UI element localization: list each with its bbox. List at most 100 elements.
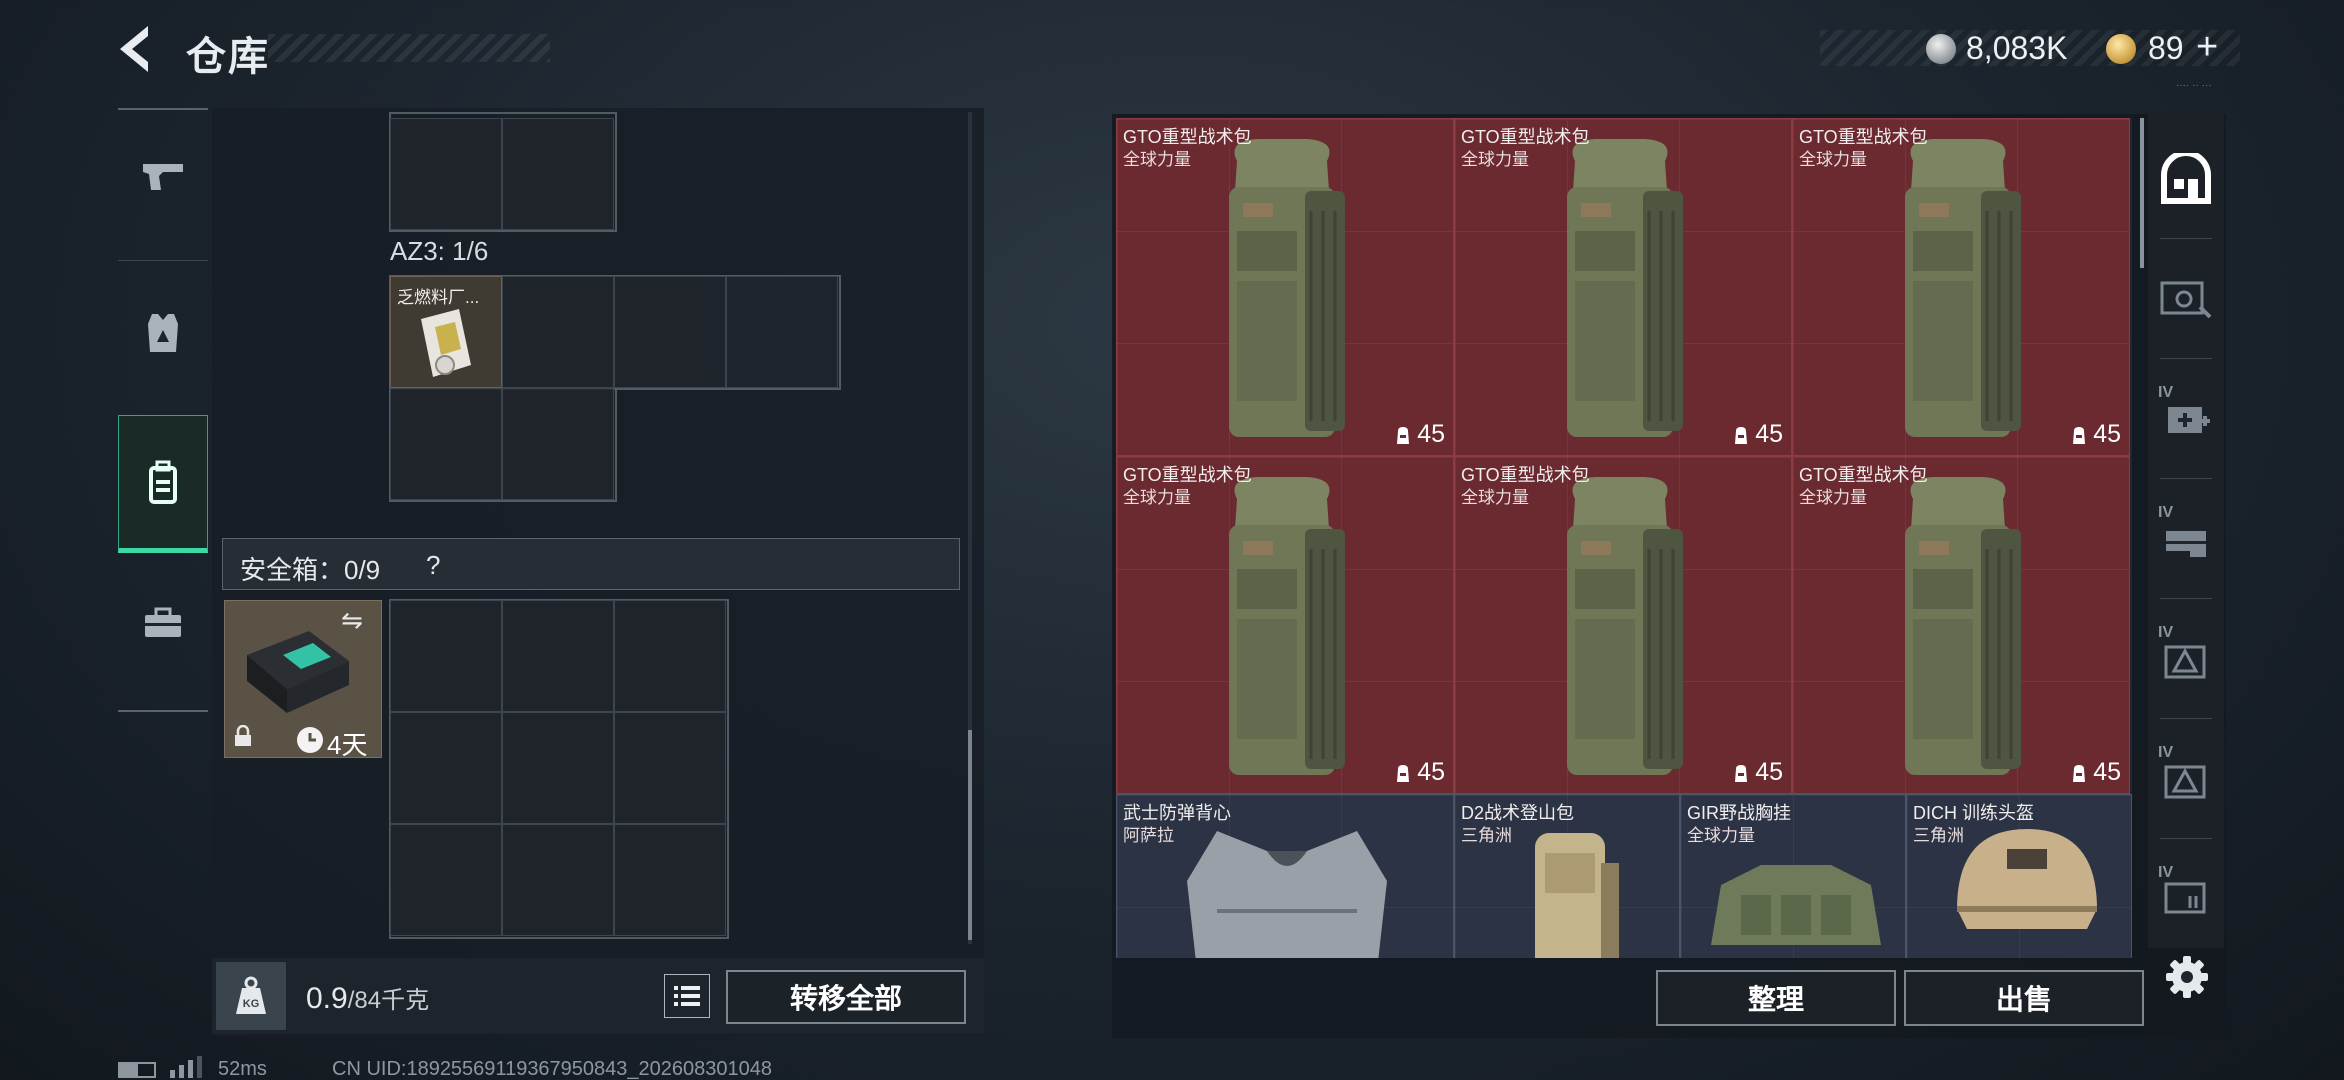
medkit-icon xyxy=(2168,407,2210,433)
grid-cell[interactable] xyxy=(502,388,614,500)
grid-cell[interactable] xyxy=(390,118,502,230)
stash-item-helmet[interactable]: DICH 训练头盔 三角洲 xyxy=(1906,794,2132,958)
backpack-icon xyxy=(1545,469,1695,793)
settings-button[interactable] xyxy=(2164,954,2210,1000)
back-button[interactable] xyxy=(112,22,162,76)
rail-divider xyxy=(2160,718,2212,719)
stash-item-backpack[interactable]: GTO重型战术包 全球力量 45 xyxy=(1792,456,2130,794)
backpack-icon xyxy=(1883,469,2033,793)
item-durability: 45 xyxy=(1395,420,1445,449)
grid-cell[interactable] xyxy=(502,118,614,230)
item-source: 全球力量 xyxy=(1461,488,1529,507)
list-view-button[interactable] xyxy=(664,974,710,1018)
stash-item-vest[interactable]: 武士防弹背心 阿萨拉 xyxy=(1116,794,1454,958)
lock-icon xyxy=(235,725,251,746)
rail-divider xyxy=(2160,478,2212,479)
armor-vest-icon xyxy=(148,314,178,352)
item-durability: 45 xyxy=(1395,758,1445,787)
page-title: 仓库 xyxy=(186,35,270,79)
rail-item-tier-a[interactable]: IV xyxy=(2148,600,2224,718)
rail-item-tier-b[interactable]: IV xyxy=(2148,720,2224,838)
carry-weight: 0.9/84千克 xyxy=(306,980,429,1016)
grid-cell[interactable] xyxy=(390,600,502,712)
grid-cell[interactable] xyxy=(726,276,838,388)
stash-item-chest-rig[interactable]: GIR野战胸挂 全球力量 xyxy=(1680,794,1906,958)
rail-item-stash-home[interactable] xyxy=(2148,120,2224,238)
battery-icon xyxy=(118,1062,156,1078)
inventory-scrollbar-thumb[interactable] xyxy=(968,730,972,940)
safe-case-item[interactable]: ⇋ 4天 xyxy=(224,600,382,760)
backpack-icon xyxy=(1883,131,2033,455)
warning-crate-icon xyxy=(2164,645,2206,679)
warning-crate-icon xyxy=(2164,765,2206,799)
list-icon xyxy=(674,986,700,1006)
grid-cell[interactable] xyxy=(614,276,726,388)
item-source: 全球力量 xyxy=(1461,150,1529,169)
tier-label: IV xyxy=(2158,864,2174,881)
stash-item-backpack[interactable]: GTO重型战术包 全球力量 45 xyxy=(1454,456,1792,794)
item-source: 全球力量 xyxy=(1799,488,1867,507)
gold-amount: 89 xyxy=(2148,30,2184,66)
durability-value: 45 xyxy=(1755,758,1783,786)
rail-item-weapon[interactable] xyxy=(118,112,208,242)
item-source: 全球力量 xyxy=(1123,488,1191,507)
silver-amount: 8,083K xyxy=(1966,30,2068,66)
stash-item-backpack[interactable]: GTO重型战术包 全球力量 45 xyxy=(1116,118,1454,456)
add-currency-button[interactable]: + xyxy=(2196,26,2218,69)
stash-grid: GTO重型战术包 全球力量 45 GTO重型战术包 全球力量 45 GTO重型战术包 全球力量… xyxy=(1116,118,2132,958)
back-arrow-icon xyxy=(120,26,148,72)
helmet-icon xyxy=(1937,819,2117,954)
rail-item-case[interactable] xyxy=(2148,240,2224,358)
kg-weight-icon: KG xyxy=(236,976,266,1014)
corner-tag: ···· ·· ··· xyxy=(2176,80,2212,91)
gear-icon xyxy=(2166,956,2208,998)
sell-button[interactable]: 出售 xyxy=(1904,970,2144,1026)
tier-label: IV xyxy=(2158,624,2174,641)
rail-item-backpack[interactable] xyxy=(118,415,208,553)
stash-item-backpack[interactable]: GTO重型战术包 全球力量 45 xyxy=(1792,118,2130,456)
grid-cell[interactable] xyxy=(614,824,726,936)
fuel-plant-item[interactable]: 乏燃料厂... xyxy=(390,276,502,388)
case-icon xyxy=(2160,281,2212,319)
durability-value: 45 xyxy=(1417,758,1445,786)
durability-value: 45 xyxy=(2093,420,2121,448)
stash-item-backpack[interactable]: GTO重型战术包 全球力量 45 xyxy=(1454,118,1792,456)
tier-label: IV xyxy=(2158,384,2174,401)
backpack-icon xyxy=(1207,469,1357,793)
safe-case-icon xyxy=(247,631,349,713)
grid-cell[interactable] xyxy=(390,712,502,824)
ammo-box-icon xyxy=(2166,531,2206,557)
rail-item-armor[interactable] xyxy=(118,268,208,398)
grid-cell[interactable] xyxy=(614,712,726,824)
grid-cell[interactable] xyxy=(502,600,614,712)
stash-item-hiking-pack[interactable]: D2战术登山包 三角洲 xyxy=(1454,794,1680,958)
rail-item-tier-c[interactable]: IV xyxy=(2148,840,2224,948)
rail-item-ammo[interactable]: IV xyxy=(2148,480,2224,598)
signal-icon xyxy=(170,1056,202,1078)
sort-button[interactable]: 整理 xyxy=(1656,970,1896,1026)
safebox-help-button[interactable]: ? xyxy=(426,550,440,581)
fuel-pass-icon xyxy=(421,309,471,377)
tier-label: IV xyxy=(2158,504,2174,521)
grid-cell[interactable] xyxy=(390,388,502,500)
transfer-all-button[interactable]: 转移全部 xyxy=(726,970,966,1024)
grid-cell[interactable] xyxy=(390,824,502,936)
stash-item-backpack[interactable]: GTO重型战术包 全球力量 45 xyxy=(1116,456,1454,794)
weight-max: /84千克 xyxy=(347,987,430,1014)
grid-cell[interactable] xyxy=(614,600,726,712)
item-source: 全球力量 xyxy=(1799,150,1867,169)
stash-scrollbar[interactable] xyxy=(2140,118,2144,268)
grid-cell[interactable] xyxy=(502,824,614,936)
grid-cell[interactable] xyxy=(502,712,614,824)
item-source: 三角洲 xyxy=(1913,826,1964,845)
stash-home-icon xyxy=(2161,153,2211,204)
rail-item-toolbox[interactable] xyxy=(118,558,208,688)
swap-icon[interactable]: ⇋ xyxy=(341,605,363,636)
weight-badge: KG xyxy=(216,962,286,1030)
backpack-small-icon xyxy=(1735,764,1748,782)
grid-cell[interactable] xyxy=(502,276,614,388)
ping-readout: 52ms xyxy=(218,1058,267,1080)
rail-item-medical[interactable]: IV xyxy=(2148,360,2224,478)
backpack-small-icon xyxy=(2073,426,2086,444)
backpack-small-icon xyxy=(1397,764,1410,782)
